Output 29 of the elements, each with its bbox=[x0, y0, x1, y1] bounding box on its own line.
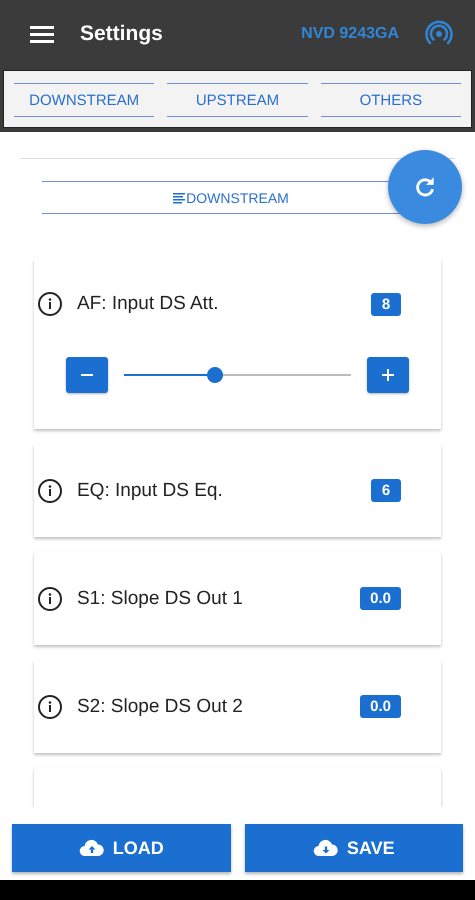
value-badge: 8 bbox=[371, 292, 401, 316]
cloud-download-icon bbox=[312, 838, 339, 858]
value-badge: 0.0 bbox=[360, 587, 401, 610]
section-title: DOWNSTREAM bbox=[186, 190, 289, 206]
decrease-button[interactable] bbox=[66, 357, 108, 393]
increase-button[interactable] bbox=[367, 357, 409, 393]
setting-label: EQ: Input DS Eq. bbox=[77, 480, 224, 502]
plus-icon bbox=[381, 368, 395, 382]
tab[interactable]: OTHERS bbox=[320, 83, 461, 117]
slider-thumb[interactable] bbox=[206, 367, 223, 383]
value-badge: 0.0 bbox=[360, 695, 401, 718]
screen-title: Settings bbox=[80, 22, 164, 46]
tab[interactable]: DOWNSTREAM bbox=[14, 83, 154, 117]
list-icon bbox=[173, 192, 186, 204]
device-name: NVD 9243GA bbox=[301, 25, 399, 43]
action-button[interactable]: LOAD bbox=[12, 824, 230, 872]
cloud-upload-icon bbox=[78, 838, 105, 858]
setting-label: S2: Slope DS Out 2 bbox=[77, 696, 244, 718]
setting-label: S1: Slope DS Out 1 bbox=[77, 588, 244, 610]
value-badge: 6 bbox=[371, 479, 401, 502]
info-icon[interactable] bbox=[37, 586, 63, 612]
action-button[interactable]: SAVE bbox=[244, 824, 463, 872]
setting-label: AF: Input DS Att. bbox=[77, 293, 220, 315]
menu-icon[interactable] bbox=[30, 25, 54, 43]
info-icon[interactable] bbox=[37, 291, 63, 317]
tab[interactable]: UPSTREAM bbox=[167, 83, 308, 117]
info-icon[interactable] bbox=[37, 478, 63, 504]
refresh-button[interactable] bbox=[388, 150, 462, 224]
info-icon[interactable] bbox=[37, 694, 63, 720]
